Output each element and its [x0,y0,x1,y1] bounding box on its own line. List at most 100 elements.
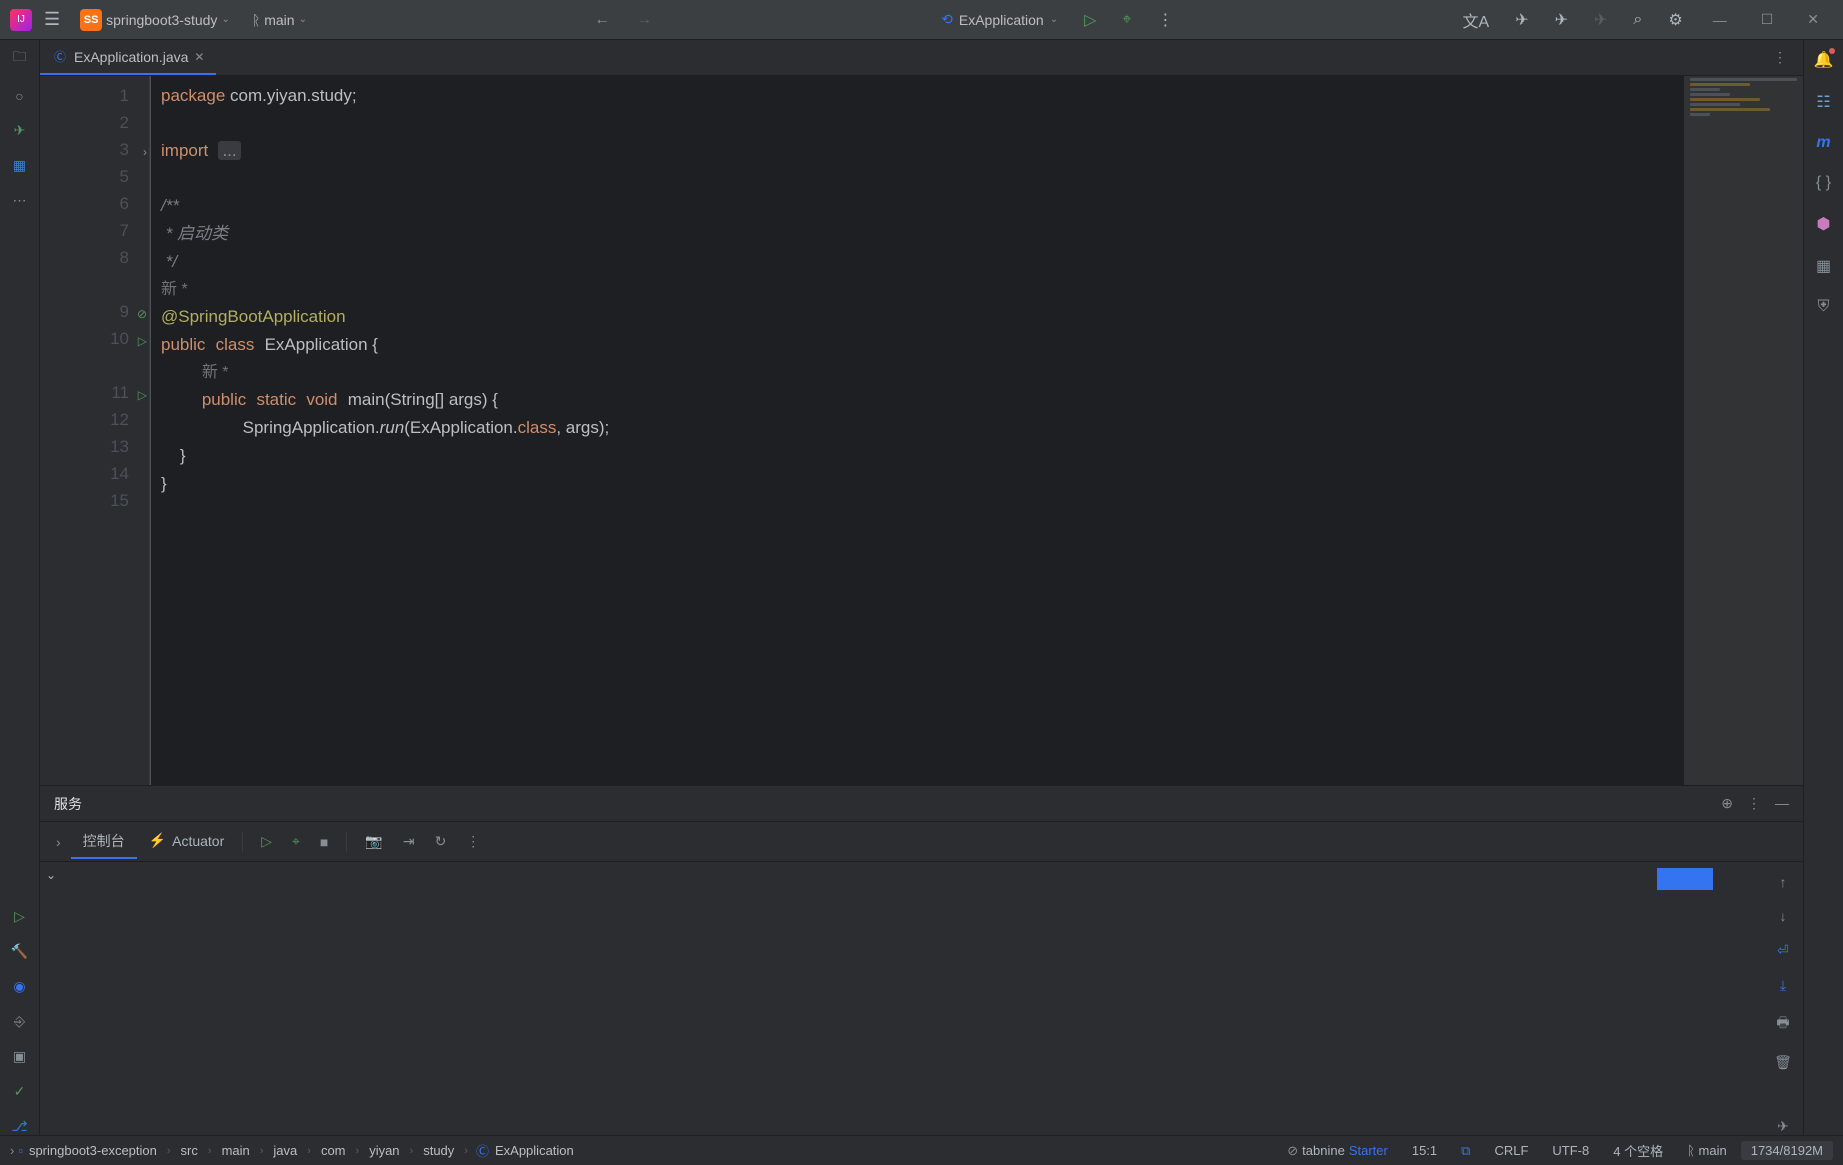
tab-more-icon[interactable]: ⋮ [1757,49,1803,66]
pull-request-icon[interactable]: ⎆ [14,1013,25,1030]
refresh-icon[interactable]: ↻ [427,833,455,850]
print-icon[interactable]: 🖶 [1776,1012,1789,1036]
debug-service-icon[interactable]: ⌖ [284,833,308,850]
line-number: 6 [40,190,129,217]
breadcrumb-item[interactable]: java [271,1143,299,1158]
editor[interactable]: 1 2 3› 5 6 7 8 9⊘ 10▷ 11▷ 12 13 14 15 pa… [40,76,1803,785]
project-selector[interactable]: SS springboot3-study ⌄ [72,5,238,35]
file-encoding[interactable]: UTF-8 [1542,1143,1599,1158]
shield-icon[interactable]: ⛨ [1817,298,1829,316]
line-number [40,271,129,298]
calendar-icon[interactable]: ▦ [1816,256,1831,276]
run-tool-icon[interactable]: ▷ [14,908,25,925]
breadcrumb-item[interactable]: main [220,1143,252,1158]
project-tool-icon[interactable]: 🗀 [13,46,27,70]
search-icon[interactable]: ⌕ [1623,11,1652,29]
services-tabs: › 控制台 ⚡ Actuator ▷ ⌖ ■ 📷 ⇥ ↻ ⋮ [40,822,1803,862]
run-config-selector[interactable]: ⟲ ExApplication ⌄ [931,7,1068,32]
translate-icon[interactable]: 文A [1453,8,1500,32]
code-area[interactable]: package com.yiyan.study; import ... /** … [150,76,1683,785]
bean-gutter-icon[interactable]: ⊘ [137,301,147,328]
problems-ok-icon[interactable]: ✓ [14,1083,26,1100]
soft-wrap-icon[interactable]: ⏎ [1777,942,1789,959]
console-right-tools: ↑ ↓ ⏎ ⤓ 🖶 🗑 ✈ [1763,862,1803,1135]
line-number: 9⊘ [40,298,129,325]
send-disabled-icon: ✈ [1584,10,1617,30]
panel-minimize-icon[interactable]: — [1775,795,1789,812]
settings-icon[interactable]: ⚙ [1658,10,1692,30]
breadcrumb-item[interactable]: study [421,1143,456,1158]
more-tools-icon[interactable]: ⋯ [13,192,27,209]
nav-back-icon[interactable]: ← [584,11,620,29]
code-minimap[interactable] [1683,76,1803,785]
editor-tab[interactable]: Ⓒ ExApplication.java ✕ [40,40,216,75]
database-icon[interactable]: ☷ [1816,92,1830,112]
window-close-icon[interactable]: ✕ [1793,11,1833,28]
stop-service-icon[interactable]: ■ [312,834,336,850]
line-separator[interactable]: CRLF [1484,1143,1538,1158]
indent-widget[interactable]: 4 个空格 [1603,1141,1673,1160]
ide-logo-icon: IJ [10,9,32,31]
scroll-to-end-icon[interactable]: ⤓ [1780,977,1786,994]
import-icon[interactable]: ⇥ [395,833,423,850]
actuator-icon: ⚡ [149,832,166,849]
main-area: 🗀 ○ ✈ ▦ ⋯ ▷ 🔨 ◉ ⎆ ▣ ✓ ⎇ Ⓒ ExApplication.… [0,40,1843,1135]
line-number: 3› [40,136,129,163]
cursor-position[interactable]: 15:1 [1402,1143,1447,1158]
build-tool-icon[interactable]: 🔨 [11,943,28,960]
left-tool-strip: 🗀 ○ ✈ ▦ ⋯ ▷ 🔨 ◉ ⎆ ▣ ✓ ⎇ [0,40,40,1135]
run-button-icon[interactable]: ▷ [1074,10,1106,30]
run-service-icon[interactable]: ▷ [253,833,280,850]
run-gutter-icon[interactable]: ▷ [138,328,147,355]
commit-tool-icon[interactable]: ○ [15,88,23,104]
ai-tool-icon[interactable]: ◉ [13,978,25,995]
send-alt-icon[interactable]: ✈ [1545,10,1578,30]
project-name: springboot3-study [106,12,217,28]
jr-tool-icon[interactable]: ✈ [14,122,26,139]
exit-icon[interactable]: › [10,1143,14,1158]
services-header: 服务 ⊕ ⋮ — [40,786,1803,822]
fold-icon[interactable]: › [143,139,147,166]
breadcrumb-item[interactable]: src [179,1143,200,1158]
cube-icon[interactable]: ⬢ [1817,214,1831,234]
nav-forward-icon[interactable]: → [626,11,662,29]
structure-tool-icon[interactable]: ▦ [13,157,26,174]
right-tool-strip: 🔔 ☷ m { } ⬢ ▦ ⛨ [1803,40,1843,1135]
more-tools-icon[interactable]: ⋮ [458,833,488,850]
console-output[interactable]: ⌄ [40,862,1763,1135]
close-tab-icon[interactable]: ✕ [194,50,204,64]
run-gutter-icon[interactable]: ▷ [138,382,147,409]
more-actions-icon[interactable]: ⋮ [1147,10,1183,30]
vcs-tool-icon[interactable]: ⎇ [11,1118,27,1135]
expand-icon[interactable]: › [50,834,67,850]
maven-icon[interactable]: m [1816,134,1830,152]
window-minimize-icon[interactable]: — [1699,12,1741,28]
window-maximize-icon[interactable]: ☐ [1747,11,1788,28]
breadcrumb-item[interactable]: com [319,1143,348,1158]
line-number: 11▷ [40,379,129,406]
send-icon[interactable]: ✈ [1505,10,1538,30]
memory-indicator[interactable]: 1734/8192M [1741,1141,1833,1160]
debug-button-icon[interactable]: ⌖ [1112,11,1141,29]
clear-icon[interactable]: 🗑 [1774,1054,1792,1071]
terminal-tool-icon[interactable]: ▣ [13,1048,26,1065]
copy-icon[interactable]: ⧉ [1451,1143,1480,1159]
vcs-branch-widget[interactable]: ᚱ main [1677,1143,1737,1158]
scroll-down-icon[interactable]: ↓ [1780,908,1787,924]
tab-actuator[interactable]: ⚡ Actuator [141,832,233,851]
breadcrumb-item[interactable]: yiyan [367,1143,401,1158]
breadcrumb-item[interactable]: springboot3-exception [27,1143,159,1158]
jr-bottom-icon[interactable]: ✈ [1777,1118,1789,1135]
vcs-branch-selector[interactable]: ᚱ main ⌄ [244,8,315,32]
panel-more-icon[interactable]: ⋮ [1747,795,1761,812]
line-number: 2 [40,109,129,136]
camera-icon[interactable]: 📷 [357,833,390,850]
hamburger-menu-icon[interactable]: ☰ [38,9,66,30]
collapse-icon[interactable]: ⌄ [46,868,56,882]
target-icon[interactable]: ⊕ [1721,795,1733,812]
bracket-icon[interactable]: { } [1816,174,1831,192]
breadcrumb-item[interactable]: ExApplication [493,1143,576,1158]
scroll-up-icon[interactable]: ↑ [1780,874,1787,890]
tabnine-widget[interactable]: ⊘ tabnine Starter [1277,1143,1398,1159]
tab-console[interactable]: 控制台 [71,825,137,859]
